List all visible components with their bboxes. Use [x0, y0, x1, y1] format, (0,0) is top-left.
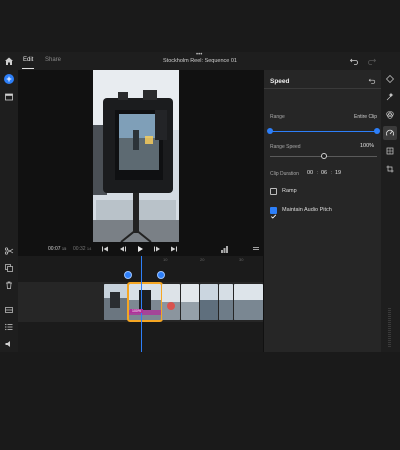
tab-edit[interactable]: Edit: [21, 57, 35, 69]
transport-bar: 00:07 15 00:32 14: [18, 242, 263, 256]
ramp-label: Ramp: [282, 188, 297, 194]
audio-meter-icon[interactable]: [219, 244, 229, 254]
reset-icon[interactable]: [368, 77, 376, 85]
transform-icon[interactable]: [385, 164, 395, 174]
skip-end-icon[interactable]: [169, 244, 179, 254]
clip[interactable]: [200, 284, 218, 320]
range-out-handle[interactable]: [157, 271, 165, 279]
trash-icon[interactable]: [4, 280, 14, 290]
range-speed-value: 100%: [360, 143, 375, 149]
range-speed-knob[interactable]: [320, 153, 327, 159]
home-icon[interactable]: [4, 56, 14, 66]
list-icon[interactable]: [4, 322, 14, 332]
duration-time: 00:32: [73, 246, 86, 252]
step-forward-icon[interactable]: [152, 244, 162, 254]
current-time: 00:07: [48, 246, 61, 252]
range-start-knob[interactable]: [267, 128, 273, 134]
undo-icon[interactable]: [349, 56, 359, 66]
playhead[interactable]: [141, 256, 142, 352]
video-frame-image: [93, 70, 179, 242]
track-icon[interactable]: [4, 305, 14, 315]
right-toolbar: [381, 70, 400, 352]
tab-share[interactable]: Share: [45, 57, 61, 63]
clip[interactable]: [104, 284, 128, 320]
project-title[interactable]: Stockholm Reel: Sequence 01: [140, 58, 260, 64]
magic-icon[interactable]: [385, 92, 395, 102]
clip[interactable]: [234, 284, 263, 320]
range-slider[interactable]: [270, 131, 377, 132]
current-frames: 15: [61, 246, 67, 251]
maintain-audio-pitch-checkbox[interactable]: [270, 207, 277, 219]
range-in-handle[interactable]: [124, 271, 132, 279]
color-icon[interactable]: [385, 110, 395, 120]
premiere-rush-app: Edit Share ••• Stockholm Reel: Sequence …: [0, 52, 400, 352]
audio-level-meter: [388, 308, 391, 348]
range-speed-label: Range Speed: [270, 144, 301, 150]
duplicate-icon[interactable]: [4, 263, 14, 273]
ruler-label: 30: [239, 257, 244, 262]
clip-selected[interactable]: [127, 282, 163, 322]
ruler-label: 10: [163, 257, 168, 262]
duration-separator: :: [331, 170, 333, 176]
clip-duration-hours[interactable]: 00: [307, 170, 313, 176]
clip[interactable]: [162, 284, 180, 320]
range-value: Entire Clip: [354, 114, 378, 120]
timeline[interactable]: 10 20 30 100%: [18, 256, 263, 352]
clip[interactable]: [181, 284, 199, 320]
speed-panel: Speed Range Entire Clip Range Speed 100%…: [263, 70, 382, 352]
panel-title: Speed: [270, 78, 290, 85]
duration-timecode: 00:32 14: [73, 246, 91, 252]
maintain-audio-pitch-label: Maintain Audio Pitch: [282, 207, 332, 213]
add-media-icon[interactable]: +: [4, 74, 14, 84]
scissors-icon[interactable]: [4, 246, 14, 256]
clip-duration-seconds[interactable]: 06: [321, 170, 327, 176]
video-frame[interactable]: [93, 70, 179, 242]
range-label: Range: [270, 114, 285, 120]
ruler-label: 20: [200, 257, 205, 262]
ramp-checkbox[interactable]: [270, 188, 277, 195]
crop-icon[interactable]: [385, 146, 395, 156]
panel-divider: [264, 88, 382, 89]
duration-separator: :: [317, 170, 319, 176]
menu-icon[interactable]: [251, 244, 261, 254]
redo-icon[interactable]: [367, 56, 377, 66]
media-library-icon[interactable]: [4, 92, 14, 102]
speed-icon[interactable]: [385, 128, 395, 138]
audio-icon[interactable]: [4, 339, 14, 349]
clip[interactable]: [219, 284, 233, 320]
shapes-icon[interactable]: [385, 74, 395, 84]
play-icon[interactable]: [135, 244, 145, 254]
left-toolbar: +: [0, 70, 18, 352]
step-back-icon[interactable]: [118, 244, 128, 254]
current-timecode: 00:07 15: [48, 246, 66, 252]
clip-duration-label: Clip Duration: [270, 171, 299, 177]
skip-start-icon[interactable]: [100, 244, 110, 254]
top-bar: Edit Share ••• Stockholm Reel: Sequence …: [0, 52, 400, 70]
screen: Edit Share ••• Stockholm Reel: Sequence …: [0, 0, 400, 450]
range-end-knob[interactable]: [374, 128, 380, 134]
speed-badge: 100%: [130, 309, 143, 313]
duration-frames: 14: [86, 246, 92, 251]
clip-duration-frames[interactable]: 19: [335, 170, 341, 176]
